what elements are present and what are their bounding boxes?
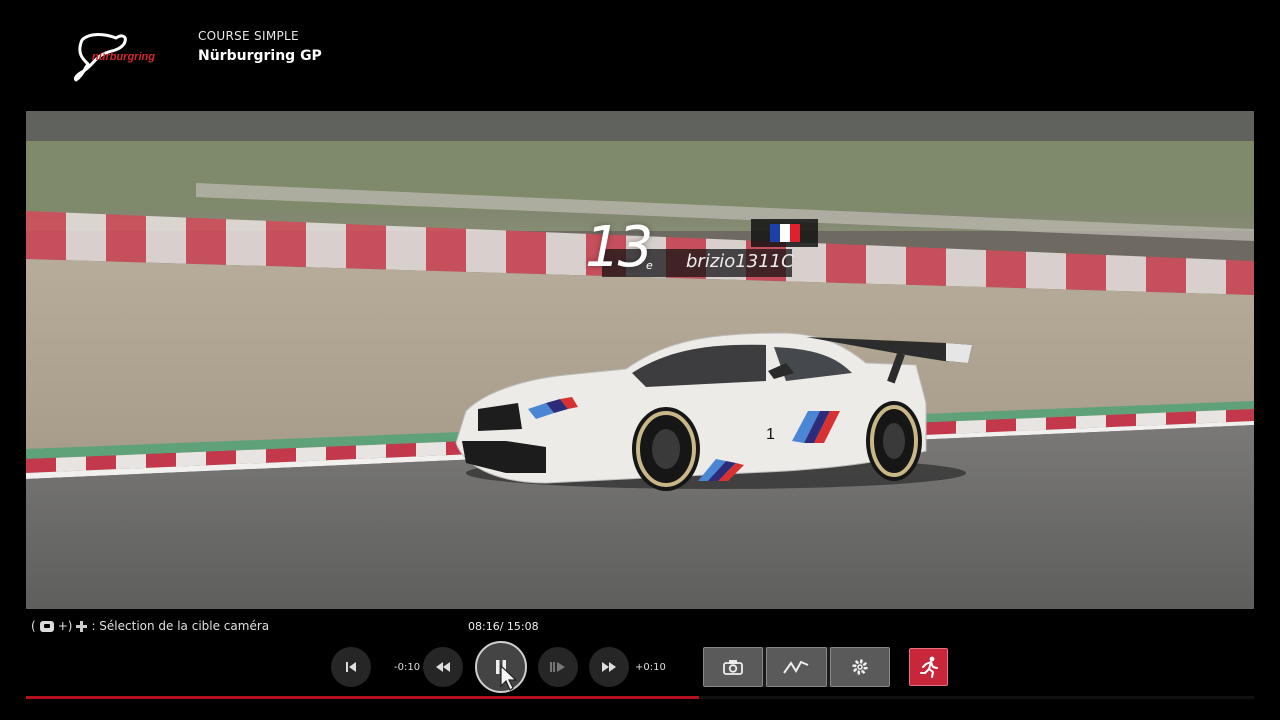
rewind-button[interactable] [423,647,463,687]
race-scene: 1 [26,111,1254,609]
mouse-cursor-icon [500,664,518,691]
skip-to-start-button[interactable] [331,647,371,687]
hint-text: : Sélection de la cible caméra [91,619,270,633]
skip-start-icon [346,662,356,672]
track-name: Nürburgring GP [198,48,322,64]
frame-step-icon [550,662,565,672]
race-mode: COURSE SIMPLE [198,29,299,43]
replay-time: 08:16/ 15:08 [468,620,539,633]
dpad-icon [76,620,88,632]
frame-step-button[interactable] [538,647,578,687]
fast-forward-icon [602,662,616,672]
france-flag-icon [770,224,800,242]
exit-runner-icon [919,656,938,678]
forward-amount: +0:10 [635,662,666,673]
telemetry-button[interactable] [766,647,827,687]
replay-progress-bar[interactable] [26,696,1254,699]
logo-text: nürburgring [92,51,155,63]
header: COURSE SIMPLE Nürburgring GP [198,29,322,64]
replay-viewport[interactable]: 1 [26,111,1254,609]
fast-forward-button[interactable] [589,647,629,687]
settings-button[interactable] [829,647,890,687]
svg-text:1: 1 [766,426,775,443]
replay-progress-fill [26,696,699,699]
hint-plus: +) [57,619,73,633]
camera-icon [723,660,744,675]
controller-button-icon [39,620,54,632]
position-suffix: e [646,259,653,272]
hint-paren: ( [31,619,36,633]
driver-name: brizio1311C [686,251,794,272]
rewind-icon [436,662,450,672]
rewind-amount: -0:10 [394,662,421,673]
race-position: 13 [585,215,653,280]
exit-replay-button[interactable] [909,648,948,686]
chart-line-icon [783,660,809,674]
camera-target-hint: ( +) : Sélection de la cible caméra [31,619,269,633]
replay-toolbar [703,647,890,687]
photo-mode-button[interactable] [703,647,764,687]
nurburgring-logo: nürburgring [74,33,155,82]
gear-icon [852,659,868,675]
